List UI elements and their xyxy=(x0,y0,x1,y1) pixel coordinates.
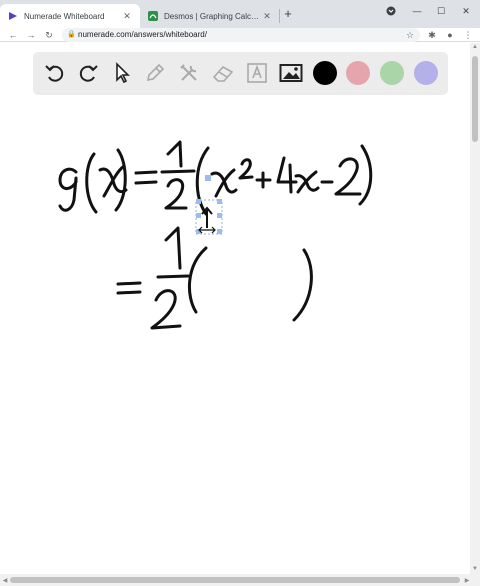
whiteboard-canvas[interactable] xyxy=(0,100,470,574)
handwritten-equation-line-1 xyxy=(58,140,373,216)
color-pink-swatch[interactable] xyxy=(346,61,370,85)
new-tab-plus-icon[interactable]: + xyxy=(281,7,295,21)
handwritten-equation-line-2 xyxy=(116,226,313,330)
reload-icon[interactable]: ↻ xyxy=(42,28,56,42)
tab-separator xyxy=(279,9,280,23)
close-icon[interactable]: ✕ xyxy=(262,11,272,22)
horizontal-scroll-thumb[interactable] xyxy=(10,577,460,583)
color-green-swatch[interactable] xyxy=(380,61,404,85)
close-icon[interactable]: ✕ xyxy=(122,11,132,22)
tab-desmos[interactable]: Desmos | Graphing Calculator ✕ xyxy=(140,4,280,28)
undo-icon[interactable] xyxy=(42,60,68,86)
desmos-favicon-icon xyxy=(148,11,158,21)
redo-icon[interactable] xyxy=(75,60,101,86)
color-purple-swatch[interactable] xyxy=(414,61,438,85)
menu-kebab-icon[interactable]: ⋮ xyxy=(462,28,474,42)
vertical-scroll-thumb[interactable] xyxy=(472,56,478,142)
extensions-puzzle-icon[interactable]: ✱ xyxy=(426,28,438,42)
back-arrow-icon[interactable]: ← xyxy=(6,28,20,42)
tab-search-icon[interactable] xyxy=(380,3,402,19)
bookmark-star-icon[interactable]: ☆ xyxy=(404,28,416,42)
tab-label: Desmos | Graphing Calculator xyxy=(164,11,262,21)
maximize-icon[interactable]: ☐ xyxy=(430,3,452,19)
pencil-icon[interactable] xyxy=(142,60,168,86)
tab-numerade-whiteboard[interactable]: Numerade Whiteboard ✕ xyxy=(0,4,140,28)
minimize-icon[interactable]: — xyxy=(406,3,428,19)
lock-icon: 🔒 xyxy=(67,31,76,38)
forward-arrow-icon[interactable]: → xyxy=(24,28,38,42)
scroll-up-arrow-icon[interactable]: ▲ xyxy=(470,44,480,50)
tab-label: Numerade Whiteboard xyxy=(24,11,105,21)
profile-avatar-icon[interactable]: ● xyxy=(444,28,456,42)
text-icon[interactable] xyxy=(244,60,270,86)
color-black-swatch[interactable] xyxy=(313,61,337,85)
scroll-right-arrow-icon[interactable]: ▶ xyxy=(462,577,472,584)
image-icon[interactable] xyxy=(278,60,304,86)
url-text: numerade.com/answers/whiteboard/ xyxy=(78,30,207,39)
numerade-favicon-icon xyxy=(8,11,18,21)
tools-icon[interactable] xyxy=(176,60,202,86)
close-window-icon[interactable]: ✕ xyxy=(455,3,477,19)
scroll-left-arrow-icon[interactable]: ◀ xyxy=(0,577,10,584)
scroll-down-arrow-icon[interactable]: ▼ xyxy=(470,566,480,572)
address-bar[interactable]: 🔒 numerade.com/answers/whiteboard/ xyxy=(62,28,420,42)
eraser-icon[interactable] xyxy=(210,60,236,86)
pointer-icon[interactable] xyxy=(108,60,134,86)
